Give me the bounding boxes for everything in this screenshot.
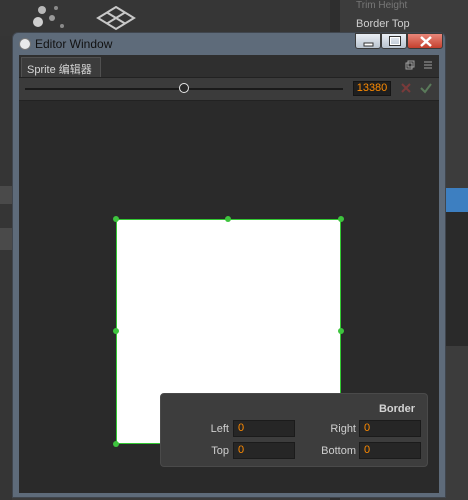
tab-strip: Sprite 编辑器 (19, 55, 439, 78)
window-titlebar[interactable]: Editor Window (13, 33, 445, 55)
border-left-label: Left (210, 423, 229, 435)
tab-label: Sprite 编辑器 (27, 64, 92, 76)
host-left-item[interactable] (0, 186, 12, 204)
tab-sprite-editor[interactable]: Sprite 编辑器 (21, 57, 101, 77)
minimize-icon (363, 42, 374, 47)
toolbar: 13380 (19, 78, 439, 101)
confirm-icon[interactable] (419, 81, 433, 95)
app-icon (19, 38, 31, 50)
close-button[interactable] (407, 33, 443, 49)
handle-middle-left[interactable] (113, 328, 119, 334)
border-top-label: Top (211, 445, 229, 457)
maximize-icon (389, 36, 401, 46)
cancel-icon[interactable] (399, 81, 413, 95)
popout-icon[interactable] (405, 60, 415, 70)
border-right-label: Right (330, 423, 356, 435)
border-bottom-label: Bottom (321, 445, 356, 457)
border-panel-title: Border (378, 403, 415, 415)
window-title: Editor Window (35, 37, 113, 51)
handle-top-center[interactable] (225, 216, 231, 222)
maximize-button[interactable] (381, 33, 407, 49)
particle-icon (33, 6, 64, 28)
zoom-slider-thumb[interactable] (179, 83, 189, 93)
minimize-button[interactable] (355, 33, 381, 49)
host-left-item[interactable] (0, 228, 12, 250)
host-inspector-faint-label: Trim Height (356, 0, 408, 11)
menu-icon[interactable] (423, 60, 433, 70)
close-icon (420, 36, 432, 47)
handle-top-right[interactable] (338, 216, 344, 222)
border-top-input[interactable]: 0 (233, 442, 295, 459)
border-panel: Border Left 0 Right 0 Top 0 Bottom 0 (160, 393, 428, 467)
border-bottom-input[interactable]: 0 (359, 442, 421, 459)
host-left-panel (0, 0, 12, 500)
tilemap-icon (96, 6, 136, 31)
zoom-value-field[interactable]: 13380 (353, 81, 391, 96)
host-dark-strip (446, 212, 468, 346)
border-right-input[interactable]: 0 (359, 420, 421, 437)
handle-top-left[interactable] (113, 216, 119, 222)
host-inspector-label: Border Top (356, 18, 410, 30)
border-left-input[interactable]: 0 (233, 420, 295, 437)
handle-middle-right[interactable] (338, 328, 344, 334)
host-selected-row[interactable] (446, 188, 468, 212)
handle-bottom-left[interactable] (113, 441, 119, 447)
